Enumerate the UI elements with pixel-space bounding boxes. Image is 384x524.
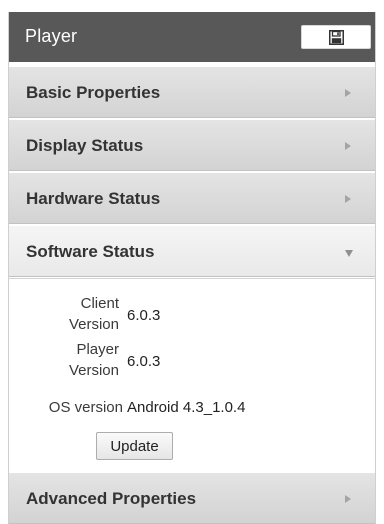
client-version-row: Client Version 6.0.3 <box>9 293 375 337</box>
player-version-row: Player Version 6.0.3 <box>9 339 375 383</box>
chevron-right-icon <box>345 195 351 203</box>
chevron-down-icon <box>345 250 353 257</box>
section-software-status[interactable]: Software Status <box>9 225 375 277</box>
player-version-value: 6.0.3 <box>127 353 161 370</box>
section-hardware-status[interactable]: Hardware Status <box>9 172 375 224</box>
floppy-disk-icon <box>329 30 344 45</box>
os-version-label: OS version <box>48 399 123 416</box>
section-label: Software Status <box>26 242 155 261</box>
player-panel: Player Basic Properties Display Status H… <box>8 12 376 524</box>
player-version-label: Player Version <box>68 341 119 379</box>
section-basic-properties[interactable]: Basic Properties <box>9 66 375 118</box>
chevron-right-icon <box>345 495 351 503</box>
panel-title: Player <box>25 26 78 46</box>
section-label: Advanced Properties <box>26 489 197 508</box>
chevron-right-icon <box>345 142 351 150</box>
chevron-right-icon <box>345 89 351 97</box>
os-version-value: Android 4.3_1.0.4 <box>127 399 246 416</box>
save-button[interactable] <box>301 25 371 49</box>
section-label: Hardware Status <box>26 189 161 208</box>
os-version-row: OS version Android 4.3_1.0.4 <box>9 397 375 419</box>
section-label: Display Status <box>26 136 144 155</box>
section-display-status[interactable]: Display Status <box>9 119 375 171</box>
section-advanced-properties[interactable]: Advanced Properties <box>9 472 375 524</box>
panel-header: Player <box>9 12 375 62</box>
client-version-label: Client Version <box>68 295 119 333</box>
software-status-content: Client Version 6.0.3 Player Version 6.0.… <box>9 278 375 472</box>
update-button[interactable]: Update <box>96 432 173 460</box>
section-label: Basic Properties <box>26 83 161 102</box>
client-version-value: 6.0.3 <box>127 307 161 324</box>
